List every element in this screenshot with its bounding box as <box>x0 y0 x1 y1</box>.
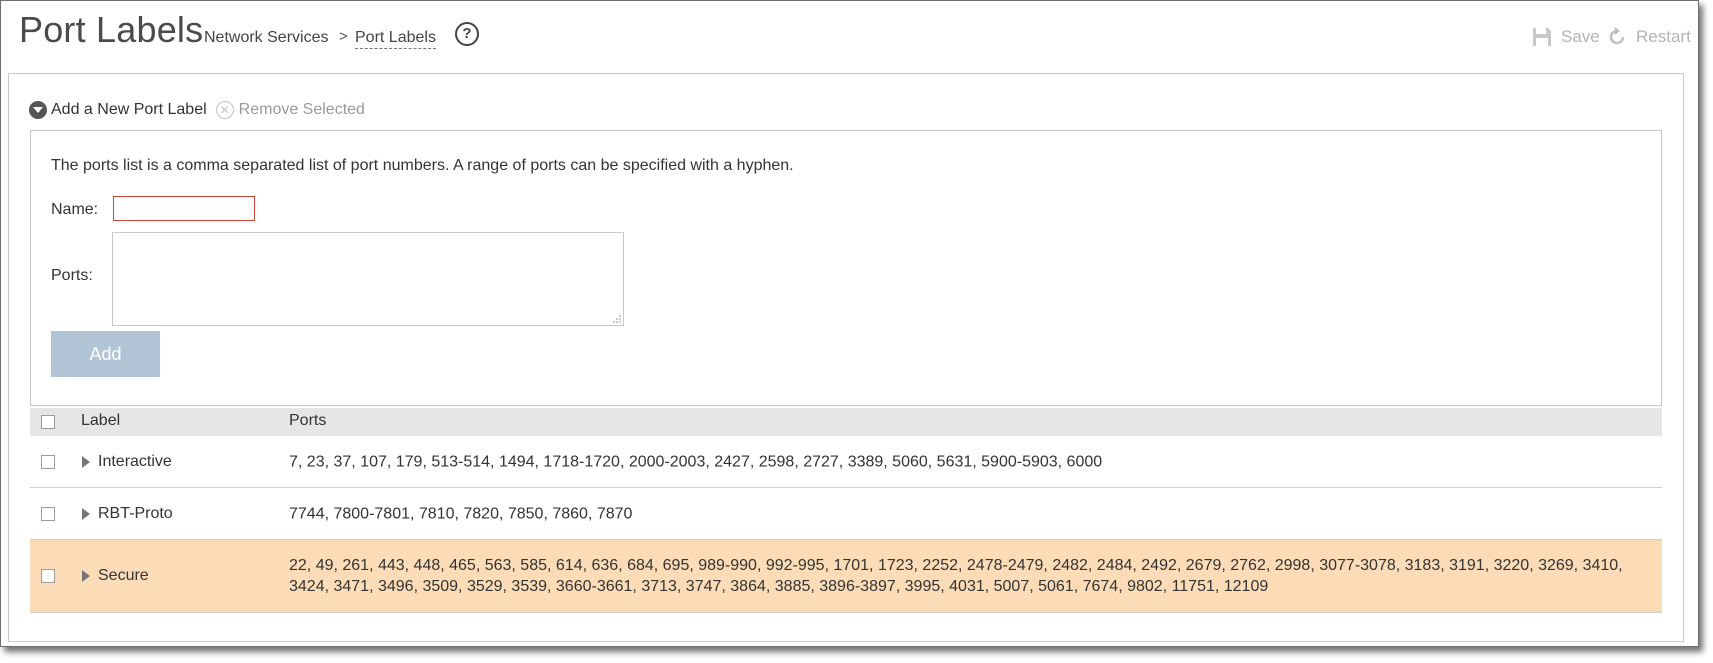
remove-circle-icon: ✕ <box>215 101 234 119</box>
row-label: Secure <box>98 567 149 584</box>
add-new-port-label-text: Add a New Port Label <box>51 101 207 118</box>
row-ports: 22, 49, 261, 443, 448, 465, 563, 585, 61… <box>289 557 1623 595</box>
row-checkbox[interactable] <box>41 569 55 583</box>
add-button[interactable]: Add <box>51 331 160 377</box>
breadcrumb-network-services[interactable]: Network Services <box>204 29 328 47</box>
breadcrumb-port-labels[interactable]: Port Labels <box>355 29 436 49</box>
row-checkbox[interactable] <box>41 506 55 521</box>
breadcrumb-separator: > <box>339 28 348 45</box>
ports-textarea[interactable] <box>112 232 624 326</box>
column-header-label[interactable]: Label <box>81 412 120 430</box>
row-label: Interactive <box>98 452 172 470</box>
table-row-highlighted[interactable]: Secure 22, 49, 261, 443, 448, 465, 563, … <box>30 540 1662 613</box>
add-new-port-label-toggle[interactable]: Add a New Port Label <box>29 101 207 119</box>
restart-icon <box>1609 27 1625 45</box>
row-checkbox[interactable] <box>41 454 55 469</box>
floppy-disk-icon <box>1533 28 1551 46</box>
page-title: Port Labels <box>19 9 204 50</box>
remove-selected-text: Remove Selected <box>238 101 365 118</box>
remove-selected-button[interactable]: ✕ Remove Selected <box>215 101 365 119</box>
row-ports: 7744, 7800-7801, 7810, 7820, 7850, 7860,… <box>289 505 633 522</box>
resize-grip-icon[interactable] <box>613 315 621 323</box>
table-row[interactable]: Interactive 7, 23, 37, 107, 179, 513-514… <box>30 436 1662 488</box>
name-input[interactable] <box>113 196 255 221</box>
add-port-label-form: The ports list is a comma separated list… <box>30 130 1662 406</box>
table-toolbar: Add a New Port Label ✕ Remove Selected <box>29 101 365 119</box>
ports-label: Ports: <box>51 267 93 284</box>
restart-button[interactable]: Restart <box>1606 26 1691 48</box>
port-labels-table: Label Ports Interactive 7, 23, 37, 107, … <box>30 408 1662 613</box>
ports-description: The ports list is a comma separated list… <box>51 157 794 174</box>
select-all-checkbox[interactable] <box>41 415 55 429</box>
table-row[interactable]: RBT-Proto 7744, 7800-7801, 7810, 7820, 7… <box>30 488 1662 540</box>
expand-arrow-icon[interactable] <box>82 570 90 582</box>
save-button[interactable]: Save <box>1531 26 1600 48</box>
main-window: Port Labels Network Services > Port Labe… <box>0 0 1699 647</box>
column-header-ports[interactable]: Ports <box>289 412 326 430</box>
table-header: Label Ports <box>30 408 1662 436</box>
port-labels-panel: Add a New Port Label ✕ Remove Selected T… <box>8 73 1684 642</box>
restart-label: Restart <box>1636 27 1691 46</box>
expand-arrow-icon[interactable] <box>82 507 90 520</box>
row-ports: 7, 23, 37, 107, 179, 513-514, 1494, 1718… <box>289 453 1103 470</box>
row-label: RBT-Proto <box>98 504 173 522</box>
expand-arrow-icon[interactable] <box>82 455 90 468</box>
name-label: Name: <box>51 201 99 218</box>
save-label: Save <box>1561 27 1600 46</box>
help-icon[interactable]: ? <box>455 22 479 46</box>
chevron-down-circle-icon <box>29 101 47 119</box>
